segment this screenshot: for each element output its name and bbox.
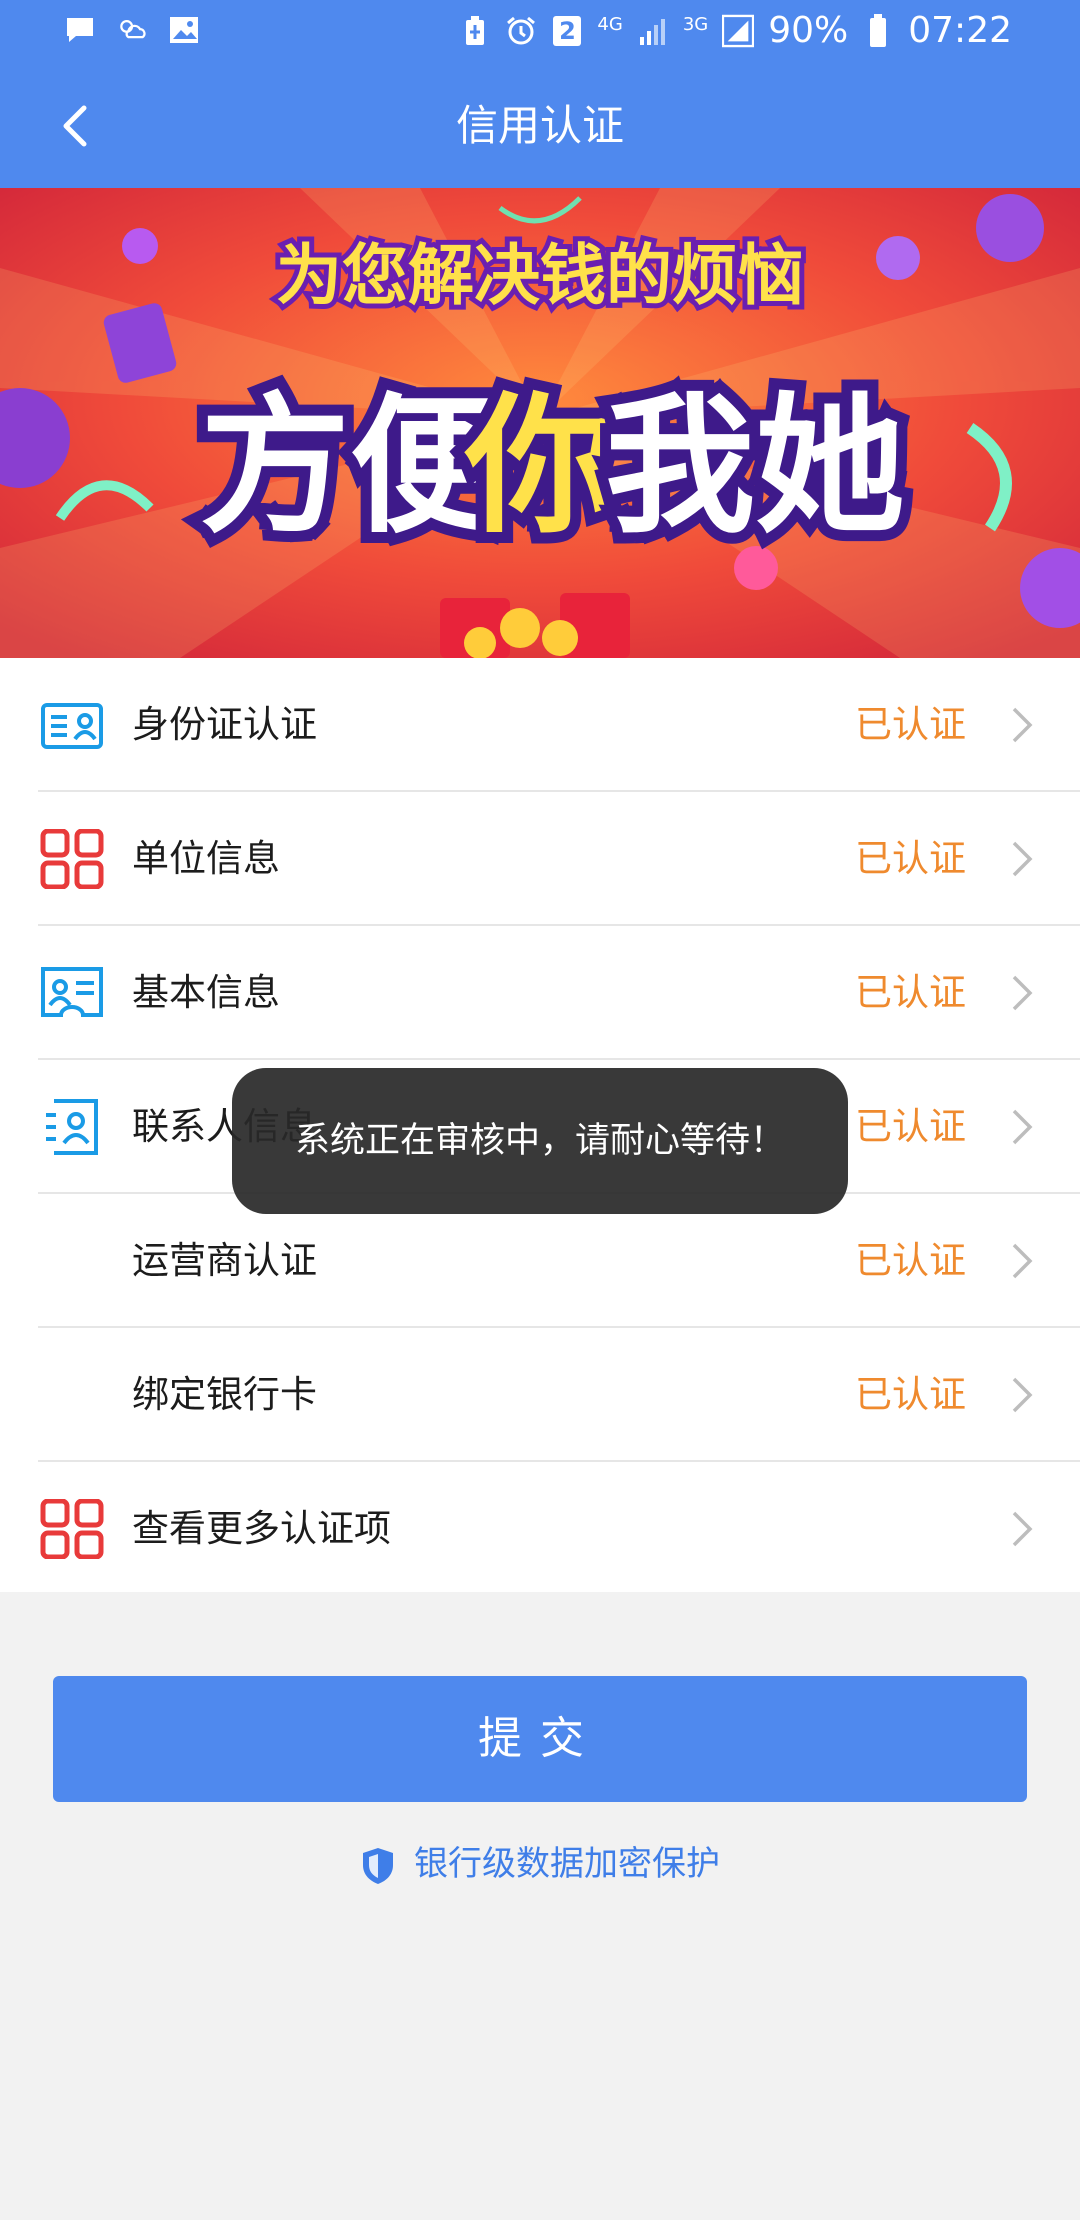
chevron-right-icon xyxy=(1012,1109,1033,1145)
status-left-icons xyxy=(64,14,200,46)
signal-4g-icon xyxy=(637,15,669,47)
chevron-right-icon xyxy=(1012,707,1033,743)
toast-message: 系统正在审核中，请耐心等待！ xyxy=(232,1068,848,1214)
contact-icon xyxy=(46,1099,98,1155)
list-item-label: 基本信息 xyxy=(132,971,280,1014)
clock: 07:22 xyxy=(908,10,1012,51)
banner-slogan-part3: 我她 xyxy=(605,380,905,554)
status-badge: 已认证 xyxy=(855,971,966,1014)
status-badge: 已认证 xyxy=(855,1373,966,1416)
list-item-label: 绑定银行卡 xyxy=(132,1373,317,1416)
promo-banner[interactable]: 为您解决钱的烦恼 为您解决钱的烦恼 方便 方便 你 你 我她 我她 xyxy=(0,188,1080,658)
list-item-carrier[interactable]: 运营商认证 已认证 xyxy=(0,1194,1080,1328)
chevron-right-icon xyxy=(1012,975,1033,1011)
list-item-employer[interactable]: 单位信息 已认证 xyxy=(0,792,1080,926)
status-badge: 已认证 xyxy=(855,1105,966,1148)
status-badge: 已认证 xyxy=(855,703,966,746)
secure-note: 银行级数据加密保护 xyxy=(0,1836,1080,1892)
network-3g-label: 3G xyxy=(682,14,709,35)
chevron-right-icon xyxy=(1012,1511,1033,1547)
list-item-label: 运营商认证 xyxy=(132,1239,317,1282)
list-item-more[interactable]: 查看更多认证项 xyxy=(0,1462,1080,1596)
status-right: 2 4G 3G 90% 07:22 xyxy=(459,10,1012,51)
chevron-right-icon xyxy=(1012,1243,1033,1279)
secure-note-text: 银行级数据加密保护 xyxy=(414,1844,720,1884)
banner-slogan-part2: 你 xyxy=(464,380,615,554)
message-icon xyxy=(64,14,96,46)
profile-card-icon xyxy=(41,967,103,1017)
sim-badge: 2 xyxy=(559,16,576,45)
status-badge: 已认证 xyxy=(855,837,966,880)
chevron-right-icon xyxy=(1012,841,1033,877)
grid-icon xyxy=(40,829,104,889)
status-badge: 已认证 xyxy=(855,1239,966,1282)
weather-icon xyxy=(116,14,148,46)
chevron-right-icon xyxy=(1012,1377,1033,1413)
list-item-basic-info[interactable]: 基本信息 已认证 xyxy=(0,926,1080,1060)
image-icon xyxy=(168,14,200,46)
banner-graphic: 为您解决钱的烦恼 为您解决钱的烦恼 方便 方便 你 你 我她 我她 xyxy=(0,188,1080,658)
list-item-label: 单位信息 xyxy=(132,837,280,880)
list-item-label: 查看更多认证项 xyxy=(132,1507,391,1550)
sim-icon: 2 xyxy=(551,15,583,47)
app-bar: 信用认证 xyxy=(0,66,1080,188)
list-item-label: 身份证认证 xyxy=(132,703,317,746)
network-4g-label: 4G xyxy=(597,14,623,35)
signal-3g-icon xyxy=(722,14,755,47)
id-card-icon xyxy=(41,703,103,749)
banner-slogan-part1: 方便 xyxy=(200,380,501,554)
submit-button[interactable]: 提交 xyxy=(53,1676,1027,1802)
shield-icon xyxy=(363,1847,393,1884)
status-bar: 2 4G 3G 90% 07:22 xyxy=(0,0,1080,66)
page-title: 信用认证 xyxy=(455,101,624,150)
list-item-id-card[interactable]: 身份证认证 已认证 xyxy=(0,658,1080,792)
grid-icon xyxy=(40,1499,104,1559)
alarm-icon xyxy=(505,15,537,47)
banner-headline: 为您解决钱的烦恼 xyxy=(276,237,804,314)
battery-saver-icon xyxy=(459,15,491,47)
list-item-bank-card[interactable]: 绑定银行卡 已认证 xyxy=(0,1328,1080,1462)
battery-icon xyxy=(862,13,894,47)
battery-percent: 90% xyxy=(768,10,849,51)
